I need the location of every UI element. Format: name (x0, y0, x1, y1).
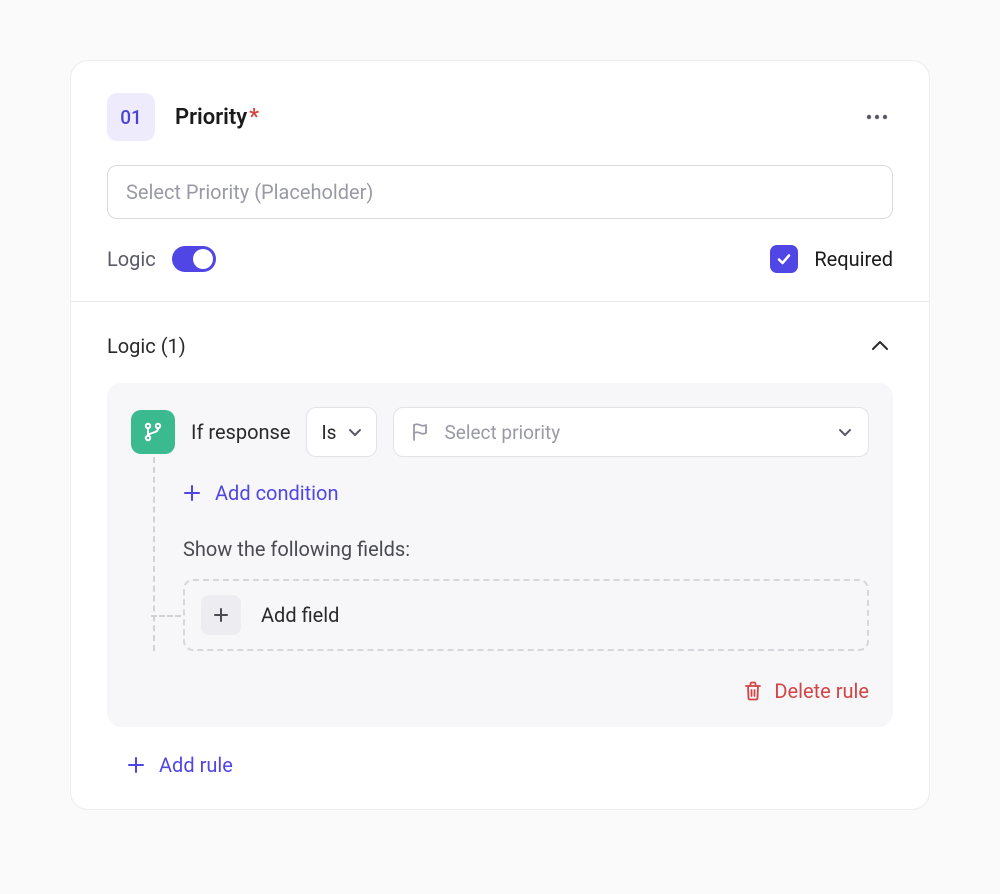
rule-body: Add condition Show the following fields:… (153, 457, 869, 651)
add-field-button[interactable]: Add field (183, 579, 869, 651)
condition-value-select[interactable]: Select priority (393, 407, 869, 457)
add-rule-button[interactable]: Add rule (107, 753, 893, 777)
add-field-label: Add field (261, 603, 339, 627)
more-horizontal-icon (866, 114, 888, 120)
logic-toggle[interactable] (172, 246, 216, 272)
logic-control-group: Logic (107, 246, 216, 272)
required-control-label: Required (814, 247, 893, 271)
card-top: 01 Priority* Select Priority (Placeholde… (71, 61, 929, 301)
required-star: * (249, 105, 259, 130)
add-rule-label: Add rule (159, 753, 233, 777)
add-condition-button[interactable]: Add condition (183, 481, 869, 505)
flag-icon (410, 422, 430, 442)
plus-icon (127, 756, 145, 774)
delete-rule-button[interactable]: Delete rule (744, 679, 869, 703)
collapse-button[interactable] (867, 332, 893, 359)
field-title-wrap: Priority* (175, 105, 259, 130)
toggle-knob (193, 249, 213, 269)
field-header-left: 01 Priority* (107, 93, 259, 141)
more-options-button[interactable] (861, 101, 893, 133)
add-field-container: Add field (153, 579, 869, 651)
priority-select-input[interactable]: Select Priority (Placeholder) (107, 165, 893, 219)
branch-icon-container (131, 410, 175, 454)
logic-section-title: Logic (1) (107, 334, 186, 358)
show-fields-label: Show the following fields: (183, 537, 869, 561)
priority-placeholder-text: Select Priority (Placeholder) (126, 180, 373, 204)
logic-section-header: Logic (1) (107, 332, 893, 359)
rule-card: If response Is Select priority Add cond (107, 383, 893, 727)
chevron-down-icon (838, 428, 852, 437)
check-icon (776, 251, 792, 267)
plus-icon (183, 484, 201, 502)
if-response-label: If response (191, 420, 290, 444)
required-control-group: Required (770, 245, 893, 273)
field-card: 01 Priority* Select Priority (Placeholde… (70, 60, 930, 810)
chevron-down-icon (348, 428, 362, 437)
add-condition-label: Add condition (215, 481, 339, 505)
tree-connector (151, 615, 181, 617)
field-title: Priority (175, 105, 247, 130)
controls-row: Logic Required (107, 245, 893, 273)
git-branch-icon (142, 421, 164, 443)
logic-control-label: Logic (107, 247, 156, 271)
chevron-up-icon (871, 340, 889, 351)
condition-row: If response Is Select priority (131, 407, 869, 457)
delete-row: Delete rule (131, 679, 869, 703)
operator-select[interactable]: Is (306, 407, 377, 457)
required-checkbox[interactable] (770, 245, 798, 273)
delete-rule-label: Delete rule (774, 679, 869, 703)
trash-icon (744, 681, 762, 701)
field-header-row: 01 Priority* (107, 93, 893, 141)
condition-value-placeholder: Select priority (444, 421, 560, 444)
logic-section: Logic (1) If response Is (71, 302, 929, 809)
plus-icon (212, 606, 230, 624)
field-index-badge: 01 (107, 93, 155, 141)
add-field-plus-box (201, 595, 241, 635)
operator-value: Is (321, 421, 336, 444)
condition-value-left: Select priority (410, 421, 560, 444)
